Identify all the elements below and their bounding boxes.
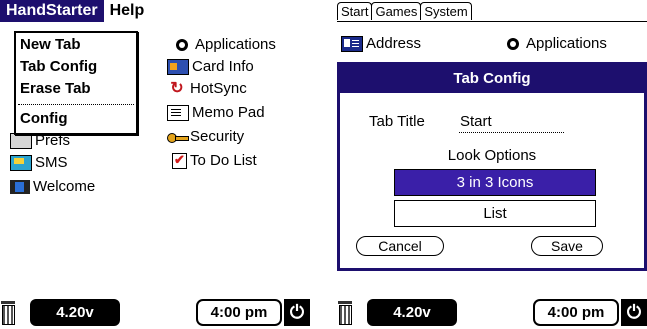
app-memo-pad[interactable]: Memo Pad — [167, 104, 265, 122]
tab-title-underline — [459, 132, 564, 133]
power-icon[interactable]: ⏻ — [621, 299, 647, 326]
menu-handstarter[interactable]: HandStarter — [0, 0, 104, 22]
clock-button[interactable]: 4:00 pm — [196, 299, 282, 326]
app-label: Address — [366, 35, 422, 52]
memo-pad-icon — [167, 105, 189, 121]
left-screen: HandStarter Help Applications Card Info … — [0, 0, 310, 329]
tab-divider — [337, 21, 647, 22]
menu-item-erase-tab[interactable]: Erase Tab — [20, 80, 91, 98]
battery-indicator: 4.20v — [367, 299, 457, 326]
save-button[interactable]: Save — [531, 236, 603, 256]
option-3-in-3-icons[interactable]: 3 in 3 Icons — [394, 169, 596, 196]
menu-item-tab-config[interactable]: Tab Config — [20, 58, 97, 76]
clock-button[interactable]: 4:00 pm — [533, 299, 619, 326]
tab-games[interactable]: Games — [371, 2, 422, 20]
applications-icon — [507, 38, 519, 50]
applications-icon — [176, 39, 188, 51]
tab-bar: Start Games System — [337, 2, 472, 20]
tab-system[interactable]: System — [420, 2, 472, 20]
card-info-icon — [167, 59, 189, 75]
app-label: Memo Pad — [192, 104, 265, 121]
app-label: Welcome — [33, 178, 96, 195]
status-bar: 4.20v 4:00 pm ⏻ — [337, 295, 647, 329]
app-card-info[interactable]: Card Info — [167, 58, 254, 76]
status-bar: 4.20v 4:00 pm ⏻ — [0, 295, 310, 329]
menu-separator — [18, 104, 134, 105]
app-label: To Do List — [190, 152, 257, 169]
app-hotsync[interactable]: ↻ HotSync — [167, 80, 247, 98]
app-label: Applications — [195, 36, 276, 53]
app-applications[interactable]: Applications — [503, 35, 607, 53]
trash-icon[interactable] — [0, 301, 18, 325]
app-label: HotSync — [190, 80, 247, 97]
cancel-button[interactable]: Cancel — [356, 236, 444, 256]
right-screen: Start Games System Address Applications … — [337, 0, 647, 329]
app-applications[interactable]: Applications — [172, 36, 276, 54]
tab-title-field[interactable]: Start — [460, 113, 492, 131]
tab-start[interactable]: Start — [337, 2, 373, 20]
app-label: Card Info — [192, 58, 254, 75]
prefs-icon — [10, 133, 32, 149]
app-sms[interactable]: SMS — [10, 154, 68, 172]
tab-config-dialog: Tab Config Tab Title Start Look Options … — [337, 62, 647, 271]
trash-icon[interactable] — [337, 301, 355, 325]
app-label: Security — [190, 128, 245, 145]
hotsync-icon: ↻ — [170, 80, 184, 97]
welcome-icon — [10, 180, 30, 194]
look-options-label: Look Options — [447, 147, 537, 164]
power-icon[interactable]: ⏻ — [284, 299, 310, 326]
tab-title-label: Tab Title — [369, 113, 425, 130]
app-todo[interactable]: To Do List — [172, 151, 257, 170]
sms-icon — [10, 155, 32, 171]
menu-item-config[interactable]: Config — [20, 110, 67, 128]
app-label: Applications — [526, 35, 607, 52]
app-address[interactable]: Address — [341, 35, 421, 53]
app-label: SMS — [35, 154, 68, 171]
todo-check-icon — [172, 151, 187, 169]
app-welcome[interactable]: Welcome — [10, 178, 95, 196]
address-icon — [341, 36, 363, 52]
handstarter-menu: New Tab Tab Config Erase Tab Config — [14, 31, 138, 135]
dialog-title: Tab Config — [340, 65, 644, 93]
key-icon — [167, 130, 189, 144]
battery-indicator: 4.20v — [30, 299, 120, 326]
menubar: HandStarter Help — [0, 0, 150, 22]
menu-help[interactable]: Help — [104, 0, 151, 22]
option-list[interactable]: List — [394, 200, 596, 227]
menu-item-new-tab[interactable]: New Tab — [20, 36, 81, 54]
app-security[interactable]: Security — [167, 128, 244, 146]
